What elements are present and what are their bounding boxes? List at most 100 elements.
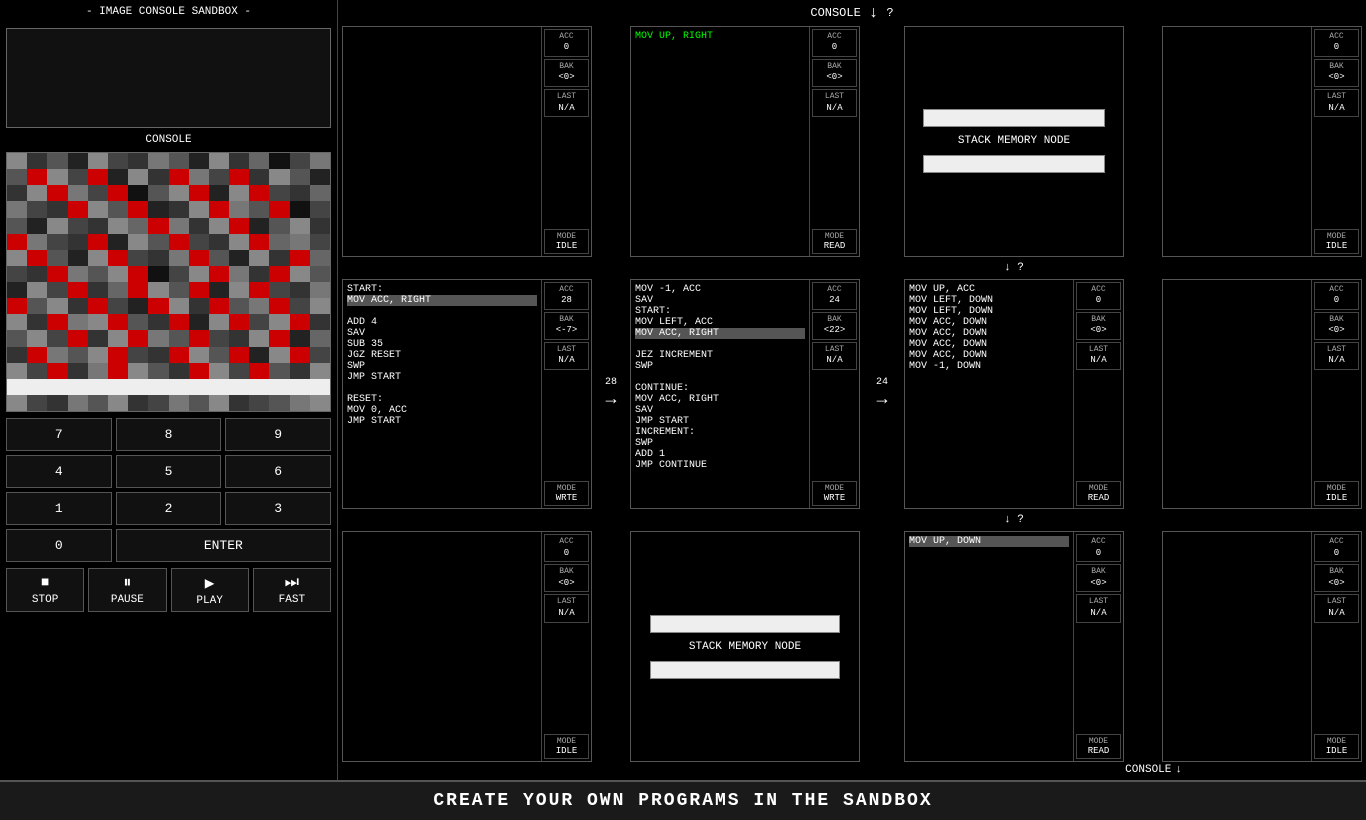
numpad-6[interactable]: 6 — [225, 455, 331, 488]
pixel-cell-159 — [310, 298, 330, 314]
numpad-3[interactable]: 3 — [225, 492, 331, 525]
node-r2c4-code[interactable] — [1163, 280, 1311, 509]
node-r2c1-code[interactable]: START: MOV ACC, RIGHT ADD 4 SAV SUB 35 J… — [343, 280, 541, 509]
pixel-cell-78 — [290, 218, 310, 234]
pixel-cell-72 — [169, 218, 189, 234]
console-bottom-row: CONSOLE ↓ — [342, 764, 1362, 776]
reg-last-r3c1: LASTN/A — [544, 594, 589, 622]
numpad-2[interactable]: 2 — [116, 492, 222, 525]
stack-bar-1 — [923, 109, 1105, 127]
pixel-cell-183 — [148, 330, 168, 346]
arrow-r2c1c2: 28 → — [594, 279, 628, 510]
pixel-cell-204 — [249, 347, 269, 363]
reg-bak-r2c4: BAK<0> — [1314, 312, 1359, 340]
pixel-cell-154 — [209, 298, 229, 314]
node-r1c1-code[interactable] — [343, 27, 541, 256]
numpad-8[interactable]: 8 — [116, 418, 222, 451]
reg-bak-r3c3: BAK<0> — [1076, 564, 1121, 592]
node-r1c2: MOV UP, RIGHT ACC0 BAK<0> LASTN/A MODERE… — [630, 26, 860, 257]
node-r2c3-code[interactable]: MOV UP, ACC MOV LEFT, DOWN MOV LEFT, DOW… — [905, 280, 1073, 509]
pixel-cell-138 — [209, 282, 229, 298]
pixel-cell-77 — [269, 218, 289, 234]
reg-acc-r1c1: ACC0 — [544, 29, 589, 57]
pixel-cell-38 — [128, 185, 148, 201]
node-r3c2-stack: STACK MEMORY NODE — [630, 531, 860, 762]
pixel-cell-26 — [209, 169, 229, 185]
pixel-cell-107 — [229, 250, 249, 266]
pixel-cell-53 — [108, 201, 128, 217]
pixel-cell-10 — [209, 153, 229, 169]
pixel-cell-161 — [27, 314, 47, 330]
node-r3c3-sidebar: ACC0 BAK<0> LASTN/A MODEREAD — [1073, 532, 1123, 761]
play-button[interactable]: ▶ PLAY — [171, 568, 249, 612]
numpad-5[interactable]: 5 — [116, 455, 222, 488]
pixel-cell-76 — [249, 218, 269, 234]
pixel-cell-126 — [290, 266, 310, 282]
pixel-cell-39 — [148, 185, 168, 201]
numpad-7[interactable]: 7 — [6, 418, 112, 451]
pixel-cell-111 — [310, 250, 330, 266]
node-r3c4-code[interactable] — [1163, 532, 1311, 761]
numpad-9[interactable]: 9 — [225, 418, 331, 451]
reg-acc-r2c3: ACC0 — [1076, 282, 1121, 310]
pixel-cell-195 — [68, 347, 88, 363]
mode-r3c4: MODEIDLE — [1314, 734, 1359, 759]
pixel-cell-31 — [310, 169, 330, 185]
pixel-cell-209 — [27, 363, 47, 379]
stack-bar-3 — [650, 615, 841, 633]
node-r1c1-sidebar: ACC0 BAK<0> LASTN/A MODEIDLE — [541, 27, 591, 256]
pixel-cell-218 — [209, 363, 229, 379]
pause-button[interactable]: ⏸ PAUSE — [88, 568, 166, 612]
pixel-cell-101 — [108, 250, 128, 266]
node-r2c4-sidebar: ACC0 BAK<0> LASTN/A MODEIDLE — [1311, 280, 1361, 509]
pixel-cell-91 — [229, 234, 249, 250]
fast-label: FAST — [279, 594, 305, 606]
pixel-cell-180 — [88, 330, 108, 346]
reg-acc-r3c4: ACC0 — [1314, 534, 1359, 562]
reg-acc-r1c4: ACC0 — [1314, 29, 1359, 57]
pixel-cell-62 — [290, 201, 310, 217]
pixel-cell-22 — [128, 169, 148, 185]
pixel-cell-165 — [108, 314, 128, 330]
pixel-cell-113 — [27, 266, 47, 282]
enter-button[interactable]: ENTER — [116, 529, 331, 562]
arrow-r3c3c4 — [1126, 531, 1160, 762]
pixel-cell-226 — [47, 379, 67, 395]
pixel-cell-59 — [229, 201, 249, 217]
pixel-cell-94 — [290, 234, 310, 250]
console-between-r2r3: ↓ ? — [904, 514, 1124, 526]
pixel-cell-117 — [108, 266, 128, 282]
numpad-1[interactable]: 1 — [6, 492, 112, 525]
numpad-0[interactable]: 0 — [6, 529, 112, 562]
pixel-cell-36 — [88, 185, 108, 201]
pixel-cell-171 — [229, 314, 249, 330]
pixel-cell-199 — [148, 347, 168, 363]
reg-bak-r3c4: BAK<0> — [1314, 564, 1359, 592]
numpad-4[interactable]: 4 — [6, 455, 112, 488]
pixel-cell-196 — [88, 347, 108, 363]
mode-r1c4: MODEIDLE — [1314, 229, 1359, 254]
node-r3c3-code[interactable]: MOV UP, DOWN — [905, 532, 1073, 761]
console-text: CONSOLE — [810, 6, 860, 20]
node-r3c1-code[interactable] — [343, 532, 541, 761]
arrow-val-24: 24 — [876, 377, 888, 388]
pixel-cell-21 — [108, 169, 128, 185]
pixel-cell-41 — [189, 185, 209, 201]
fast-button[interactable]: ⏭ FAST — [253, 568, 331, 612]
pixel-cell-50 — [47, 201, 67, 217]
pixel-cell-118 — [128, 266, 148, 282]
play-icon: ▶ — [205, 573, 215, 593]
pixel-cell-67 — [68, 218, 88, 234]
pixel-cell-147 — [68, 298, 88, 314]
node-r1c4-code[interactable] — [1163, 27, 1311, 256]
console-label: CONSOLE — [6, 134, 331, 146]
node-r1c2-code[interactable]: MOV UP, RIGHT — [631, 27, 809, 256]
node-r2c2-code[interactable]: MOV -1, ACC SAV START: MOV LEFT, ACC MOV… — [631, 280, 809, 509]
pixel-cell-170 — [209, 314, 229, 330]
stop-button[interactable]: ⏹ STOP — [6, 568, 84, 612]
arrow-right-icon: → — [606, 390, 617, 410]
pixel-cell-125 — [269, 266, 289, 282]
pixel-cell-177 — [27, 330, 47, 346]
pixel-cell-194 — [47, 347, 67, 363]
pixel-cell-4 — [88, 153, 108, 169]
